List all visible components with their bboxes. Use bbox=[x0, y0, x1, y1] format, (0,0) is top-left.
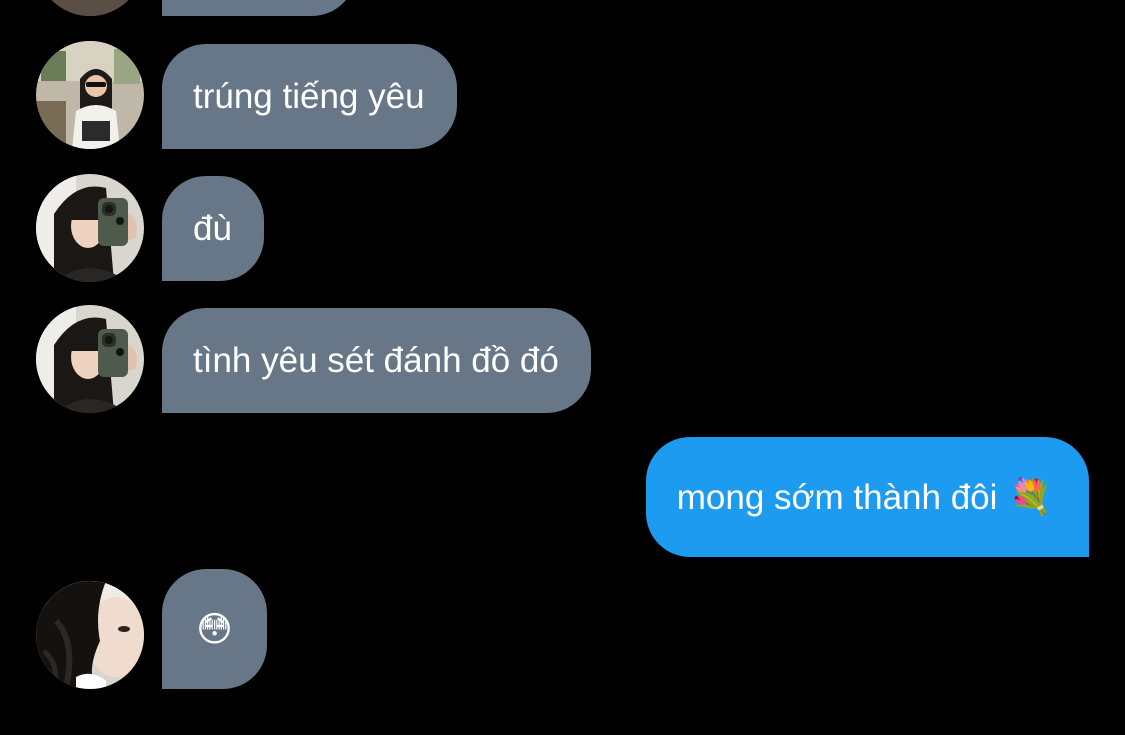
message-bubble[interactable]: 😳 bbox=[162, 569, 267, 689]
message-avatar[interactable] bbox=[36, 305, 144, 413]
bouquet-icon: 💐 bbox=[1009, 477, 1053, 517]
message-avatar[interactable] bbox=[36, 41, 144, 149]
message-text: tình yêu sét đánh đồ đó bbox=[193, 341, 559, 380]
message-bubble[interactable]: tình yêu sét đánh đồ đó bbox=[162, 308, 591, 413]
message-bubble[interactable] bbox=[162, 0, 356, 16]
flushed-face-icon: 😳 bbox=[196, 609, 233, 649]
message-text: đù bbox=[193, 209, 232, 248]
message-bubble-outgoing[interactable]: mong sớm thành đôi 💐 bbox=[645, 437, 1089, 557]
message-avatar[interactable] bbox=[36, 174, 144, 282]
message-bubble[interactable]: trúng tiếng yêu bbox=[162, 44, 457, 149]
message-bubble[interactable]: đù bbox=[162, 176, 264, 281]
message-text: mong sớm thành đôi bbox=[676, 477, 998, 517]
message-avatar[interactable] bbox=[36, 0, 144, 16]
message-avatar[interactable] bbox=[36, 581, 144, 689]
message-text: trúng tiếng yêu bbox=[193, 77, 425, 116]
